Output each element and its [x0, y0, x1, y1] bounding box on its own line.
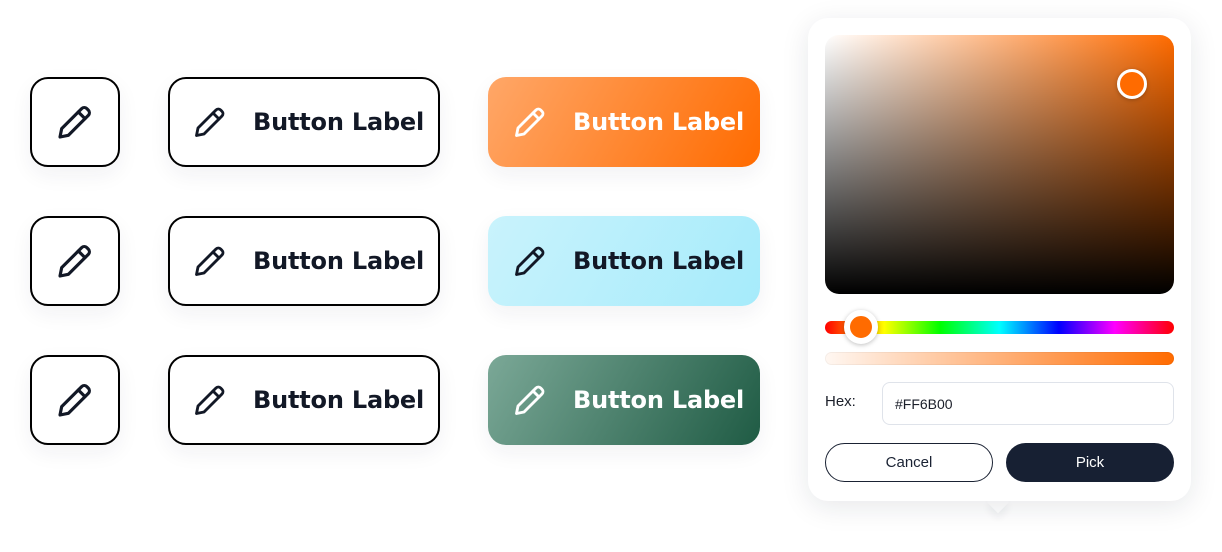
pencil-icon: [512, 104, 548, 140]
pencil-icon: [55, 102, 95, 142]
edit-button-orange-filled[interactable]: Button Label: [488, 77, 760, 167]
edit-button-green-outline[interactable]: Button Label: [168, 355, 440, 445]
cancel-button[interactable]: Cancel: [825, 443, 993, 482]
pencil-icon: [512, 382, 548, 418]
color-picker-panel: Hex: Cancel Pick: [808, 18, 1191, 501]
button-label: Button Label: [253, 108, 425, 136]
edit-button-orange-outline[interactable]: Button Label: [168, 77, 440, 167]
edit-icon-button-orange-outline[interactable]: [30, 77, 120, 167]
hue-slider-thumb[interactable]: [844, 310, 878, 344]
edit-icon-button-cyan-outline[interactable]: [30, 216, 120, 306]
button-label: Button Label: [253, 247, 425, 275]
saturation-value-area[interactable]: [825, 35, 1174, 294]
button-label: Button Label: [253, 386, 425, 414]
pick-button[interactable]: Pick: [1006, 443, 1174, 482]
edit-button-cyan-outline[interactable]: Button Label: [168, 216, 440, 306]
button-label: Button Label: [573, 386, 745, 414]
button-label: Button Label: [573, 108, 745, 136]
pencil-icon: [192, 243, 228, 279]
pencil-icon: [55, 241, 95, 281]
pencil-icon: [192, 382, 228, 418]
edit-button-cyan-filled[interactable]: Button Label: [488, 216, 760, 306]
color-selector-handle[interactable]: [1117, 69, 1147, 99]
hex-label: Hex:: [825, 393, 856, 410]
pencil-icon: [55, 380, 95, 420]
edit-icon-button-green-outline[interactable]: [30, 355, 120, 445]
pencil-icon: [192, 104, 228, 140]
pencil-icon: [512, 243, 548, 279]
button-label: Button Label: [573, 247, 745, 275]
opacity-slider[interactable]: [825, 352, 1174, 365]
hex-input[interactable]: [882, 382, 1174, 425]
edit-button-green-filled[interactable]: Button Label: [488, 355, 760, 445]
